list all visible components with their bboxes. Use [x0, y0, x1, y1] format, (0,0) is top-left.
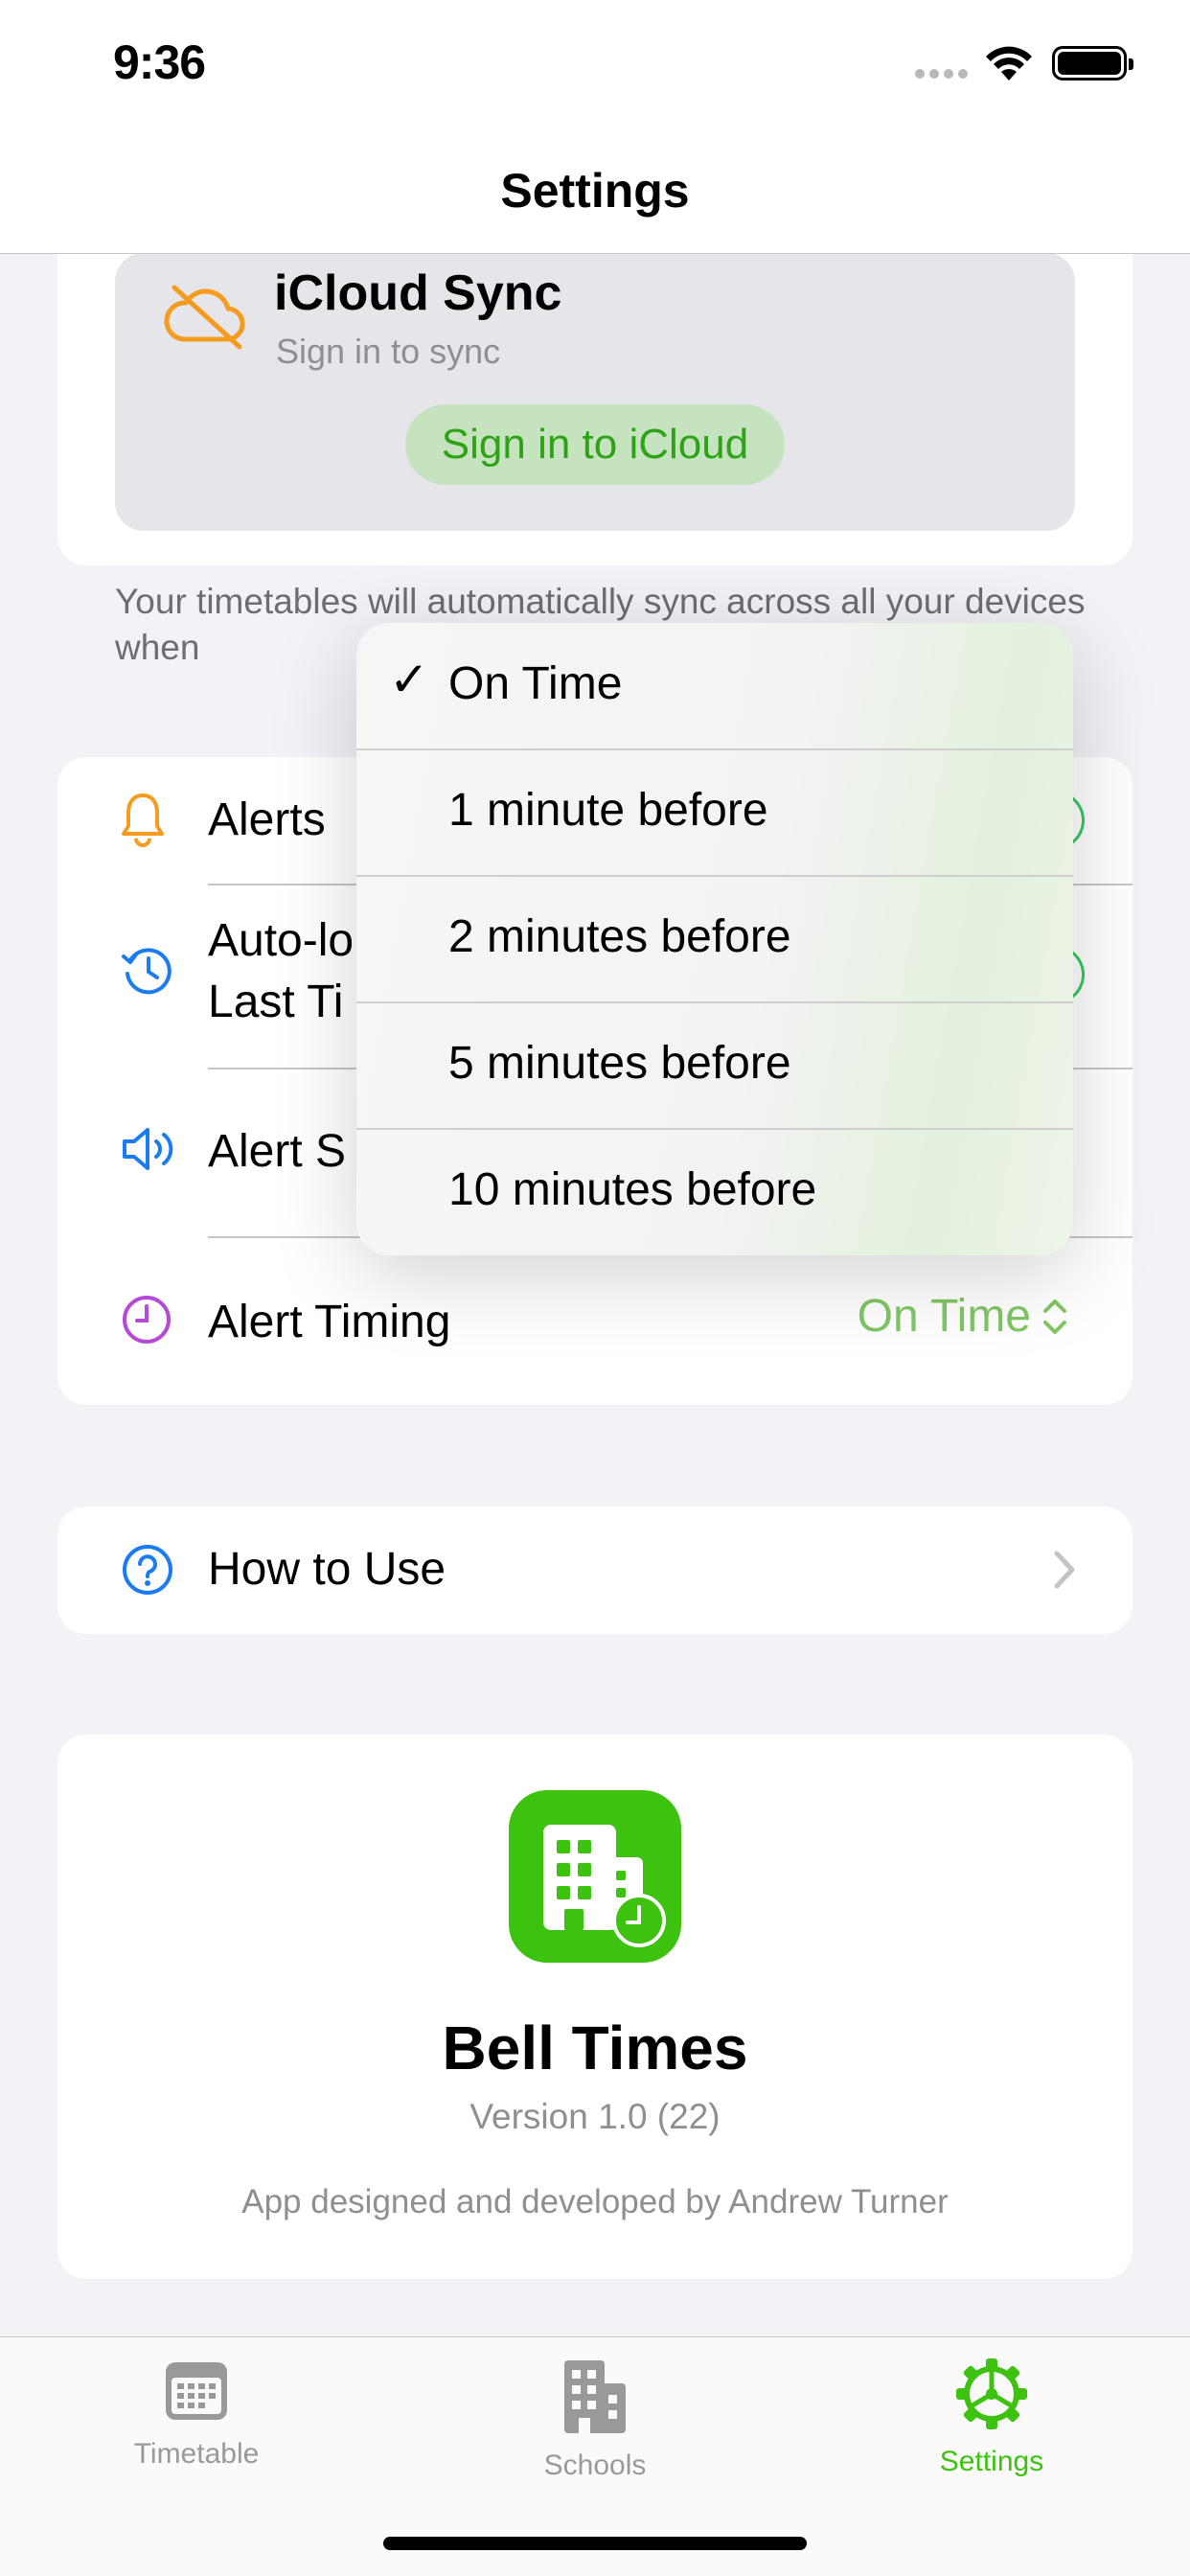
- tab-label: Schools: [543, 2450, 647, 2481]
- chevron-up-down-icon: [1043, 1299, 1066, 1334]
- speaker-icon: [123, 1128, 173, 1170]
- alert-timing-menu: ✓ On Time 1 minute before 2 minutes befo…: [356, 623, 1073, 1255]
- menu-option-5-minutes[interactable]: 5 minutes before: [356, 1002, 1073, 1129]
- building-clock-icon: [543, 1825, 666, 1947]
- chevron-right-icon: [1054, 1551, 1075, 1589]
- icloud-off-icon: [164, 285, 245, 350]
- checkmark-icon: ✓: [389, 653, 429, 706]
- clock-icon: [123, 1296, 171, 1344]
- menu-option-label: 2 minutes before: [448, 911, 791, 962]
- tab-label: Timetable: [133, 2438, 260, 2470]
- how-to-use-row[interactable]: How to Use: [57, 1506, 1133, 1634]
- tab-label: Settings: [939, 2446, 1044, 2477]
- calendar-icon: [166, 2362, 227, 2420]
- icloud-subtitle: Sign in to sync: [276, 332, 501, 371]
- menu-option-2-minutes[interactable]: 2 minutes before: [356, 876, 1073, 1002]
- auto-load-label-line2: Last Ti: [208, 977, 344, 1027]
- navigation-bar: Settings: [0, 134, 1190, 254]
- tab-timetable[interactable]: Timetable: [53, 2357, 340, 2471]
- menu-option-label: 1 minute before: [448, 785, 768, 836]
- app-icon: [509, 1790, 681, 1963]
- icloud-title: iCloud Sync: [274, 265, 562, 321]
- question-circle-icon: [123, 1545, 172, 1595]
- wifi-icon: [986, 46, 1032, 80]
- menu-option-on-time[interactable]: ✓ On Time: [356, 623, 1073, 749]
- alert-sound-label: Alert S: [208, 1126, 347, 1177]
- alert-timing-picker[interactable]: On Time: [858, 1290, 1069, 1343]
- status-bar: 9:36: [0, 0, 1190, 134]
- alert-timing-value: On Time: [857, 1291, 1031, 1342]
- menu-option-label: On Time: [448, 658, 623, 709]
- bell-icon: [122, 794, 164, 847]
- menu-option-1-minute[interactable]: 1 minute before: [356, 749, 1073, 876]
- clock-history-icon: [122, 948, 172, 995]
- app-credit: App designed and developed by Andrew Tur…: [241, 2183, 949, 2220]
- status-time: 9:36: [113, 35, 206, 89]
- building-icon: [564, 2360, 626, 2433]
- icloud-card: iCloud Sync Sign in to sync Sign in to i…: [115, 253, 1075, 531]
- tab-schools[interactable]: Schools: [451, 2357, 739, 2482]
- menu-option-label: 5 minutes before: [448, 1038, 791, 1089]
- about-section: Bell Times Version 1.0 (22) App designed…: [57, 1735, 1133, 2279]
- tab-settings[interactable]: Settings: [848, 2357, 1135, 2478]
- app-version: Version 1.0 (22): [469, 2097, 721, 2136]
- page-title: Settings: [500, 164, 690, 218]
- alert-timing-label: Alert Timing: [208, 1297, 451, 1347]
- menu-option-label: 10 minutes before: [448, 1164, 817, 1215]
- cellular-signal-icon: [915, 69, 968, 79]
- app-name: Bell Times: [442, 2013, 748, 2082]
- auto-load-label-line1: Auto-lo: [208, 915, 355, 966]
- how-to-use-label: How to Use: [208, 1544, 446, 1595]
- alerts-label: Alerts: [208, 794, 326, 845]
- menu-option-10-minutes[interactable]: 10 minutes before: [356, 1129, 1073, 1255]
- battery-icon: [1052, 46, 1133, 80]
- gear-icon: [956, 2358, 1027, 2429]
- screen: 9:36 Settings iCloud Sync Sign in to syn…: [0, 0, 1190, 2576]
- home-indicator: [383, 2537, 807, 2550]
- sign-in-icloud-button[interactable]: Sign in to iCloud: [405, 404, 785, 485]
